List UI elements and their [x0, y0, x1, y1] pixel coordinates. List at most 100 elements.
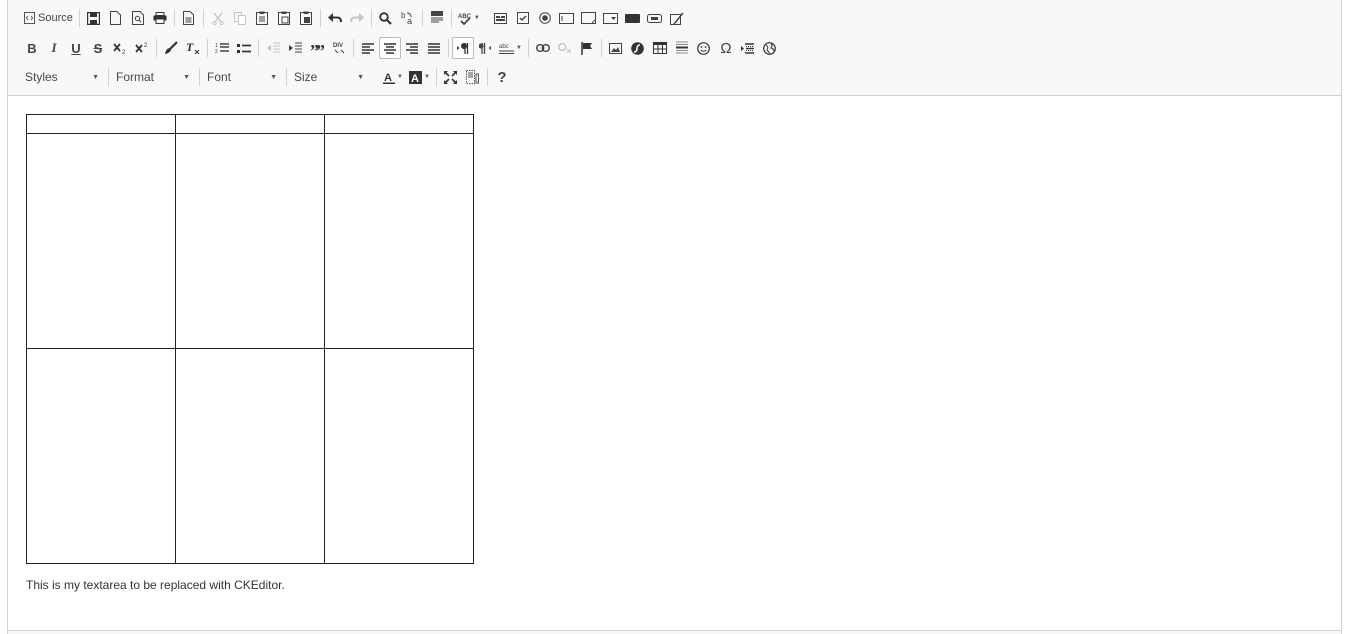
rtl-button[interactable] [474, 37, 496, 59]
font-combo[interactable]: Font ▼ [203, 66, 283, 88]
smiley-button[interactable] [693, 37, 715, 59]
link-button[interactable] [532, 37, 554, 59]
ltr-icon [457, 42, 469, 54]
table-cell[interactable] [324, 133, 474, 349]
editor-content-area[interactable]: This is my textarea to be replaced with … [8, 96, 1341, 630]
create-div-button[interactable]: DIV [328, 37, 350, 59]
justify-button[interactable] [423, 37, 445, 59]
bulleted-list-button[interactable] [233, 37, 255, 59]
source-button[interactable]: Source [21, 7, 76, 29]
maximize-button[interactable] [440, 66, 462, 88]
spellcheck-icon: ABC [458, 12, 472, 25]
strikethrough-button[interactable]: S [87, 37, 109, 59]
chevron-down-icon: ▼ [397, 74, 403, 80]
paste-word-icon [299, 11, 312, 25]
radio-button[interactable] [534, 7, 556, 29]
unlink-button[interactable] [554, 37, 576, 59]
button-field-button[interactable] [622, 7, 644, 29]
italic-button[interactable]: I [43, 37, 65, 59]
svg-text:2: 2 [122, 50, 126, 54]
content-table[interactable] [26, 114, 474, 564]
templates-button[interactable] [178, 7, 200, 29]
outdent-button[interactable] [262, 37, 284, 59]
cut-button[interactable] [207, 7, 229, 29]
table-cell[interactable] [175, 348, 325, 564]
source-label: Source [38, 12, 73, 24]
table-cell[interactable] [26, 133, 176, 349]
preview-button[interactable] [127, 7, 149, 29]
page-break-button[interactable] [737, 37, 759, 59]
subscript-button[interactable]: 2 [109, 37, 131, 59]
quote-icon: ”” [310, 43, 324, 53]
image-button[interactable] [605, 37, 627, 59]
clipboard-icon [255, 11, 268, 25]
paste-word-button[interactable] [295, 7, 317, 29]
separator [286, 68, 287, 86]
styles-combo[interactable]: Styles ▼ [21, 66, 105, 88]
outdent-icon [266, 42, 280, 54]
globe-icon [763, 41, 777, 55]
find-button[interactable] [375, 7, 397, 29]
copy-button[interactable] [229, 7, 251, 29]
anchor-button[interactable] [576, 37, 598, 59]
textarea-button[interactable] [578, 7, 600, 29]
spellcheck-button[interactable]: ABC ▼ [455, 7, 483, 29]
iframe-button[interactable] [759, 37, 781, 59]
separator [156, 39, 157, 57]
replace-button[interactable]: ba [397, 7, 419, 29]
text-field-button[interactable] [556, 7, 578, 29]
align-center-button[interactable] [379, 37, 401, 59]
horizontal-rule-icon [675, 41, 688, 55]
show-blocks-button[interactable] [462, 66, 484, 88]
help-button[interactable]: ? [491, 66, 513, 88]
format-combo[interactable]: Format ▼ [112, 66, 196, 88]
body-paragraph[interactable]: This is my textarea to be replaced with … [26, 578, 285, 592]
background-color-button[interactable]: A ▼ [406, 66, 433, 88]
select-field-button[interactable] [600, 7, 622, 29]
table-cell[interactable] [324, 348, 474, 564]
select-all-button[interactable] [426, 7, 448, 29]
numbered-list-button[interactable]: 12 [211, 37, 233, 59]
language-button[interactable]: abc ▼ [496, 37, 525, 59]
checkbox-button[interactable] [512, 7, 534, 29]
redo-button[interactable] [346, 7, 368, 29]
table-icon [652, 42, 667, 54]
table-cell[interactable] [26, 348, 176, 564]
table-cell[interactable] [26, 114, 176, 134]
select-all-icon [430, 11, 443, 25]
chevron-down-icon: ▼ [270, 73, 277, 81]
remove-format-button[interactable]: T [182, 37, 204, 59]
textarea-icon [581, 12, 597, 24]
ltr-button[interactable] [452, 37, 474, 59]
undo-button[interactable] [324, 7, 346, 29]
copy-formatting-button[interactable] [160, 37, 182, 59]
flash-button[interactable] [627, 37, 649, 59]
bold-button[interactable]: B [21, 37, 43, 59]
table-button[interactable] [649, 37, 671, 59]
align-left-button[interactable] [357, 37, 379, 59]
table-cell[interactable] [175, 114, 325, 134]
hidden-field-button[interactable] [666, 7, 688, 29]
paste-text-button[interactable] [273, 7, 295, 29]
table-cell[interactable] [324, 114, 474, 134]
superscript-button[interactable]: 2 [131, 37, 153, 59]
redo-icon [349, 13, 364, 23]
separator [202, 9, 204, 27]
paste-button[interactable] [251, 7, 273, 29]
indent-button[interactable] [284, 37, 306, 59]
image-button-field-button[interactable] [644, 7, 666, 29]
special-char-button[interactable]: Ω [715, 37, 737, 59]
print-button[interactable] [149, 7, 171, 29]
size-combo[interactable]: Size ▼ [290, 66, 370, 88]
blockquote-button[interactable]: ”” [306, 37, 328, 59]
align-right-button[interactable] [401, 37, 423, 59]
save-button[interactable] [83, 7, 105, 29]
underline-button[interactable]: U [65, 37, 87, 59]
scissors-icon [212, 12, 224, 25]
new-page-button[interactable] [105, 7, 127, 29]
text-color-button[interactable]: A ▼ [380, 66, 406, 88]
new-page-icon [110, 11, 122, 25]
horizontal-rule-button[interactable] [671, 37, 693, 59]
table-cell[interactable] [175, 133, 325, 349]
form-button[interactable] [490, 7, 512, 29]
